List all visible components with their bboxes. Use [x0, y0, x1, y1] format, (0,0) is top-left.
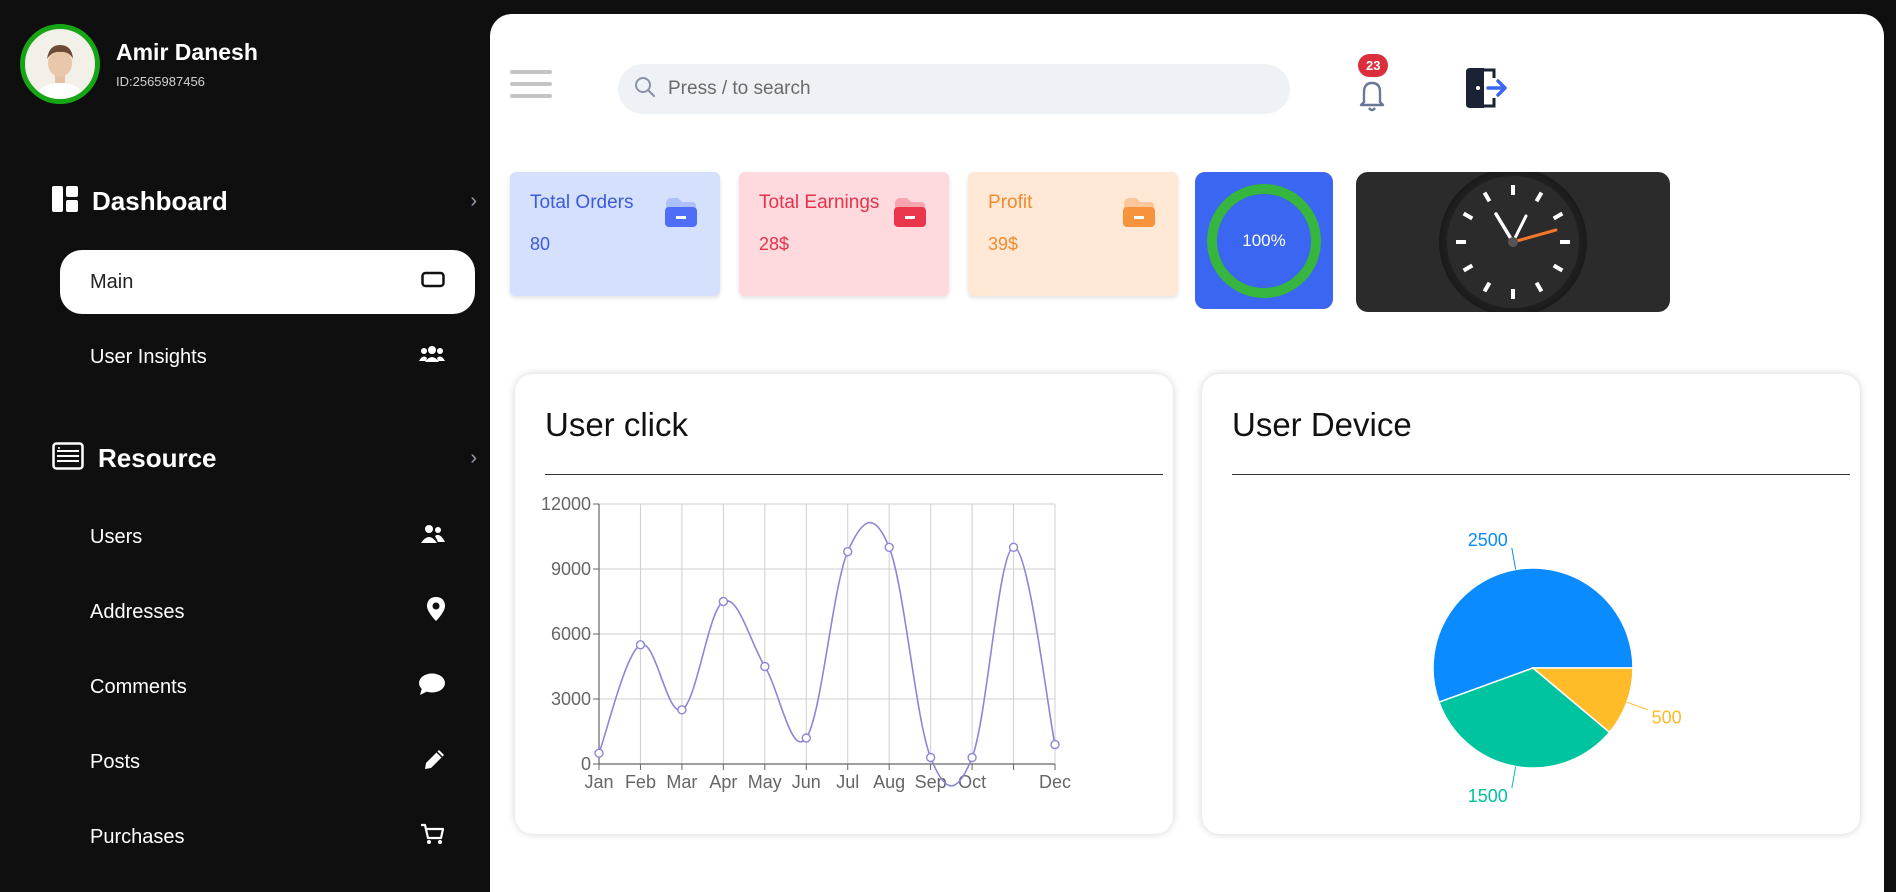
hamburger-line	[510, 70, 552, 74]
pie-label: 500	[1652, 708, 1682, 728]
notification-count-badge: 23	[1358, 54, 1389, 77]
sidebar-item-purchases[interactable]: Purchases	[60, 805, 475, 869]
dashboard-app: Amir Danesh ID:2565987456 Dashboard › Ma…	[0, 0, 1896, 892]
sidebar-item-label: Comments	[90, 675, 187, 698]
hamburger-line	[510, 94, 552, 98]
y-tick-label: 12000	[541, 494, 591, 514]
folder-icon	[1122, 196, 1156, 233]
chevron-right-icon: ›	[470, 190, 477, 212]
resource-list-icon	[52, 442, 84, 475]
x-tick-label: Mar	[666, 772, 697, 792]
sidebar-item-comments[interactable]: Comments	[60, 655, 475, 719]
y-tick-label: 0	[581, 754, 591, 774]
section-title-dashboard: Dashboard	[92, 186, 228, 216]
data-point	[594, 748, 604, 758]
search-bar[interactable]	[618, 64, 1290, 114]
x-tick-label: Oct	[958, 772, 986, 792]
data-point	[925, 752, 936, 763]
data-point	[635, 640, 646, 650]
pie-label-line	[1626, 701, 1648, 711]
x-tick-label: Jan	[584, 772, 613, 792]
logout-icon	[1466, 68, 1507, 108]
data-point	[760, 661, 770, 672]
sidebar-item-label: Posts	[90, 750, 141, 773]
section-dashboard[interactable]: Dashboard ›	[52, 186, 477, 217]
comment-icon	[419, 673, 445, 701]
x-tick-label: Jul	[836, 772, 859, 792]
location-pin-icon	[427, 597, 445, 627]
data-point	[1050, 739, 1060, 750]
x-tick-label: Apr	[709, 772, 737, 792]
dashboard-icon	[52, 186, 78, 217]
sidebar-item-label: Purchases	[90, 825, 185, 848]
analog-clock-icon	[1439, 168, 1587, 316]
x-tick-label: Dec	[1039, 772, 1071, 792]
stat-card-profit[interactable]: Profit 39$	[968, 172, 1178, 296]
series-line	[598, 521, 1056, 787]
stat-card-earnings[interactable]: Total Earnings 28$	[739, 172, 949, 296]
users-group-icon	[419, 344, 445, 370]
avatar	[20, 24, 100, 104]
sidebar: Amir Danesh ID:2565987456 Dashboard › Ma…	[0, 0, 490, 892]
main-panel: 23 Total Orders 80 Total Earnings 28$	[490, 14, 1884, 892]
x-tick-label: May	[748, 772, 782, 792]
search-icon	[634, 76, 656, 103]
section-resource[interactable]: Resource ›	[52, 442, 477, 475]
profile[interactable]: Amir Danesh ID:2565987456	[20, 24, 258, 104]
data-point	[801, 733, 811, 743]
hamburger-line	[510, 82, 552, 86]
profile-id: ID:2565987456	[116, 74, 205, 89]
sidebar-item-user-insights[interactable]: User Insights	[60, 325, 475, 389]
y-tick-label: 6000	[551, 624, 591, 644]
x-tick-label: Jun	[792, 772, 821, 792]
data-point	[967, 752, 977, 763]
folder-icon	[664, 196, 698, 233]
sidebar-item-posts[interactable]: Posts	[60, 730, 475, 794]
cart-icon	[421, 823, 445, 851]
pie-label-line	[1511, 547, 1517, 570]
user-device-panel: User Device 2500 1500 500	[1202, 374, 1860, 834]
data-point	[1008, 542, 1019, 553]
user-click-panel: User click 0 3000 6000 9000 12000 Jan Feb Mar Ap…	[515, 374, 1173, 834]
data-point	[843, 546, 853, 557]
folder-icon	[893, 196, 927, 233]
data-point	[718, 596, 729, 607]
stat-value: 39$	[988, 234, 1019, 254]
stat-value: 28$	[759, 234, 790, 254]
y-tick-label: 3000	[551, 689, 591, 709]
sidebar-item-label: Addresses	[90, 600, 185, 623]
x-tick-label: Feb	[625, 772, 656, 792]
sidebar-item-label: User Insights	[90, 345, 207, 368]
stat-card-orders[interactable]: Total Orders 80	[510, 172, 720, 296]
sidebar-item-users[interactable]: Users	[60, 505, 475, 569]
logout-button[interactable]	[1462, 66, 1508, 115]
progress-card: 100%	[1195, 172, 1333, 309]
sidebar-item-addresses[interactable]: Addresses	[60, 580, 475, 644]
pie-label-line	[1511, 766, 1517, 789]
y-tick-label: 9000	[551, 559, 591, 579]
user-device-pie-chart: 2500 1500 500	[1432, 530, 1682, 806]
sidebar-item-label: Main	[90, 270, 134, 293]
data-point	[677, 705, 687, 715]
section-title-resource: Resource	[98, 443, 217, 473]
progress-percent: 100%	[1242, 230, 1286, 250]
chevron-right-icon: ›	[470, 447, 477, 469]
search-input[interactable]	[668, 78, 1228, 100]
x-tick-label: Aug	[873, 772, 905, 792]
x-tick-label: Sep	[915, 772, 947, 792]
user-click-line-chart: 0 3000 6000 9000 12000 Jan Feb Mar Apr May Jun Jul A…	[541, 494, 1071, 792]
data-point	[884, 542, 894, 553]
analog-clock-card	[1356, 168, 1670, 316]
menu-toggle-button[interactable]	[510, 70, 552, 106]
pie-label: 1500	[1468, 786, 1508, 806]
users-icon	[421, 524, 445, 550]
pencil-icon	[425, 749, 445, 775]
sidebar-item-main[interactable]: Main	[60, 250, 475, 314]
sidebar-item-label: Users	[90, 525, 143, 548]
window-icon	[421, 271, 445, 294]
stat-value: 80	[530, 234, 551, 254]
profile-name: Amir Danesh	[116, 39, 258, 65]
pie-label: 2500	[1468, 530, 1508, 550]
